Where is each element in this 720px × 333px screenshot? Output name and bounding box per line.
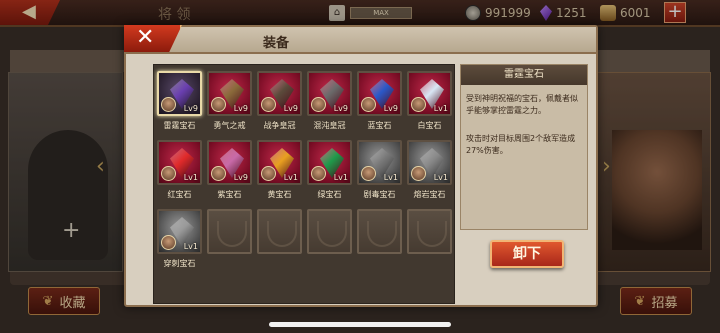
equipment-item[interactable]: Lv9 勇气之戒 bbox=[206, 69, 253, 137]
item-level: Lv1 bbox=[333, 173, 348, 182]
item-level: Lv9 bbox=[233, 173, 248, 182]
equipment-item[interactable]: Lv9 紫宝石 bbox=[206, 138, 253, 206]
item-level: Lv1 bbox=[433, 173, 448, 182]
item-slot: Lv1 bbox=[407, 140, 452, 185]
equipment-item[interactable]: Lv1 绿宝石 bbox=[306, 138, 353, 206]
empty-slot[interactable] bbox=[256, 207, 303, 275]
laurel-icon bbox=[217, 221, 247, 247]
laurel-icon bbox=[267, 221, 297, 247]
equipped-general-avatar bbox=[361, 166, 376, 181]
item-name: 勇气之戒 bbox=[213, 121, 246, 130]
item-slot: Lv9 bbox=[207, 71, 252, 116]
item-level: Lv1 bbox=[183, 242, 198, 251]
item-slot: Lv1 bbox=[407, 71, 452, 116]
empty-slot-frame bbox=[357, 209, 402, 254]
equipment-item[interactable]: Lv1 红宝石 bbox=[156, 138, 203, 206]
equipment-item[interactable]: Lv9 混沌皇冠 bbox=[306, 69, 353, 137]
item-slot: Lv9 bbox=[307, 71, 352, 116]
item-name: 黄宝石 bbox=[267, 190, 292, 199]
equipped-general-avatar bbox=[161, 97, 176, 112]
item-level: Lv1 bbox=[433, 104, 448, 113]
equipment-item[interactable]: Lv9 战争皇冠 bbox=[256, 69, 303, 137]
item-detail-panel: 雷霆宝石 受到神明祝福的宝石，佩戴者似乎能够掌控雷霆之力。 攻击时对目标周围2个… bbox=[460, 64, 588, 230]
empty-slot-frame bbox=[257, 209, 302, 254]
item-level: Lv1 bbox=[283, 173, 298, 182]
item-slot: Lv1 bbox=[357, 140, 402, 185]
equipped-general-avatar bbox=[161, 235, 176, 250]
item-slot: Lv9 bbox=[157, 71, 202, 116]
close-icon: ✕ bbox=[136, 25, 155, 50]
item-slot: Lv9 bbox=[207, 140, 252, 185]
item-name: 熔岩宝石 bbox=[413, 190, 446, 199]
unequip-button[interactable]: 卸下 bbox=[490, 240, 564, 268]
laurel-icon bbox=[317, 221, 347, 247]
item-name: 红宝石 bbox=[167, 190, 192, 199]
equipment-item[interactable]: Lv9 雷霆宝石 bbox=[156, 69, 203, 137]
equipment-item[interactable]: Lv1 熔岩宝石 bbox=[406, 138, 453, 206]
empty-slot-frame bbox=[407, 209, 452, 254]
item-name: 混沌皇冠 bbox=[313, 121, 346, 130]
equipped-general-avatar bbox=[211, 97, 226, 112]
item-level: Lv9 bbox=[283, 104, 298, 113]
item-level: Lv9 bbox=[233, 104, 248, 113]
equipped-general-avatar bbox=[311, 166, 326, 181]
empty-slot[interactable] bbox=[306, 207, 353, 275]
laurel-icon bbox=[367, 221, 397, 247]
equipment-dialog: 装备 ✕ Lv9 雷霆宝石 Lv9 勇气之戒 Lv9 战争皇冠 Lv9 混沌皇冠 Lv9 蓝宝石 L… bbox=[124, 25, 598, 307]
empty-slot-frame bbox=[207, 209, 252, 254]
item-slot: Lv1 bbox=[307, 140, 352, 185]
item-level: Lv9 bbox=[383, 104, 398, 113]
item-name: 剧毒宝石 bbox=[363, 190, 396, 199]
empty-slot[interactable] bbox=[406, 207, 453, 275]
equipped-general-avatar bbox=[361, 97, 376, 112]
item-name: 绿宝石 bbox=[317, 190, 342, 199]
item-detail-title: 雷霆宝石 bbox=[461, 65, 587, 85]
item-name: 战争皇冠 bbox=[263, 121, 296, 130]
item-name: 穿刺宝石 bbox=[163, 259, 196, 268]
item-detail-description: 受到神明祝福的宝石，佩戴者似乎能够掌控雷霆之力。 bbox=[466, 94, 578, 115]
equipment-grid: Lv9 雷霆宝石 Lv9 勇气之戒 Lv9 战争皇冠 Lv9 混沌皇冠 Lv9 蓝宝石 Lv1 白宝石… bbox=[156, 69, 453, 275]
item-level: Lv1 bbox=[183, 173, 198, 182]
empty-slot[interactable] bbox=[356, 207, 403, 275]
item-name: 白宝石 bbox=[417, 121, 442, 130]
equipment-item[interactable]: Lv1 黄宝石 bbox=[256, 138, 303, 206]
item-level: Lv9 bbox=[333, 104, 348, 113]
item-slot: Lv1 bbox=[257, 140, 302, 185]
item-name: 紫宝石 bbox=[217, 190, 242, 199]
equipped-general-avatar bbox=[261, 97, 276, 112]
equipment-grid-panel: Lv9 雷霆宝石 Lv9 勇气之戒 Lv9 战争皇冠 Lv9 混沌皇冠 Lv9 蓝宝石 Lv1 白宝石… bbox=[153, 64, 455, 304]
empty-slot[interactable] bbox=[206, 207, 253, 275]
item-slot: Lv1 bbox=[157, 209, 202, 254]
equipped-general-avatar bbox=[411, 97, 426, 112]
item-slot: Lv9 bbox=[357, 71, 402, 116]
equipment-item[interactable]: Lv1 穿刺宝石 bbox=[156, 207, 203, 275]
equipped-general-avatar bbox=[161, 166, 176, 181]
dialog-header: 装备 bbox=[126, 27, 596, 54]
laurel-icon bbox=[417, 221, 447, 247]
equipped-general-avatar bbox=[311, 97, 326, 112]
equipped-general-avatar bbox=[261, 166, 276, 181]
item-detail-effect: 攻击时对目标周围2个敌军造成27%伤害。 bbox=[466, 134, 576, 155]
equipped-general-avatar bbox=[411, 166, 426, 181]
equipment-item[interactable]: Lv9 蓝宝石 bbox=[356, 69, 403, 137]
item-slot: Lv9 bbox=[257, 71, 302, 116]
equipped-general-avatar bbox=[211, 166, 226, 181]
item-name: 雷霆宝石 bbox=[163, 121, 196, 130]
item-slot: Lv1 bbox=[157, 140, 202, 185]
equipment-item[interactable]: Lv1 剧毒宝石 bbox=[356, 138, 403, 206]
item-level: Lv1 bbox=[383, 173, 398, 182]
item-level: Lv9 bbox=[183, 104, 198, 113]
item-name: 蓝宝石 bbox=[367, 121, 392, 130]
equipment-item[interactable]: Lv1 白宝石 bbox=[406, 69, 453, 137]
empty-slot-frame bbox=[307, 209, 352, 254]
home-indicator[interactable] bbox=[269, 322, 451, 327]
